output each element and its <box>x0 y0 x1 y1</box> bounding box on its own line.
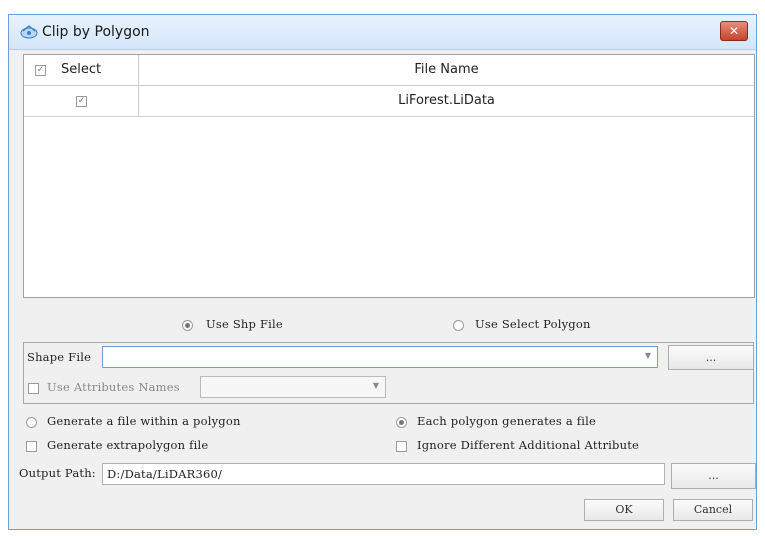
clip-polygon-app-icon <box>20 25 38 39</box>
table-row[interactable]: ✓ LiForest.LiData <box>24 86 754 117</box>
row-select-cell: ✓ <box>24 86 139 116</box>
table-header-row: ✓ Select File Name <box>24 55 754 86</box>
shape-file-group: Shape File ▼ ... Use Attributes Names ▼ <box>23 342 754 404</box>
use-attributes-checkbox[interactable] <box>28 383 39 394</box>
use-shp-label: Use Shp File <box>206 317 283 331</box>
use-shp-radio[interactable] <box>182 320 193 331</box>
generate-extra-label: Generate extrapolygon file <box>47 438 209 452</box>
cancel-button[interactable]: Cancel <box>673 499 753 521</box>
dialog-title: Clip by Polygon <box>42 24 150 40</box>
file-table: ✓ Select File Name ✓ LiForest.LiData <box>23 54 755 298</box>
chevron-down-icon: ▼ <box>644 351 651 360</box>
attributes-combo[interactable]: ▼ <box>200 376 386 398</box>
shape-file-label: Shape File <box>27 350 92 364</box>
shape-file-combo[interactable]: ▼ <box>102 346 658 368</box>
each-polygon-label: Each polygon generates a file <box>417 414 597 428</box>
row-file-name: LiForest.LiData <box>398 93 495 108</box>
ok-button[interactable]: OK <box>584 499 664 521</box>
chevron-down-icon: ▼ <box>372 381 379 390</box>
output-path-label: Output Path: <box>19 466 96 480</box>
use-select-polygon-radio[interactable] <box>453 320 464 331</box>
use-attributes-label: Use Attributes Names <box>47 380 180 394</box>
use-select-polygon-label: Use Select Polygon <box>475 317 591 331</box>
clip-by-polygon-dialog: Clip by Polygon ✕ ✓ Select File Name ✓ L… <box>8 14 757 530</box>
each-polygon-radio[interactable] <box>396 417 407 428</box>
select-all-checkbox[interactable]: ✓ <box>35 65 46 76</box>
title-bar[interactable]: Clip by Polygon ✕ <box>9 15 756 50</box>
header-select-cell: ✓ Select <box>24 55 139 85</box>
generate-within-label: Generate a file within a polygon <box>47 414 241 428</box>
ignore-attr-checkbox[interactable] <box>396 441 407 452</box>
ignore-attr-label: Ignore Different Additional Attribute <box>417 438 640 452</box>
output-path-browse-button[interactable]: ... <box>671 463 756 489</box>
header-filename-label: File Name <box>414 62 479 77</box>
generate-extra-checkbox[interactable] <box>26 441 37 452</box>
output-path-value: D:/Data/LiDAR360/ <box>107 467 223 481</box>
row-checkbox[interactable]: ✓ <box>76 96 87 107</box>
close-button[interactable]: ✕ <box>720 21 748 41</box>
header-select-label: Select <box>61 62 102 77</box>
generate-within-radio[interactable] <box>26 417 37 428</box>
output-path-input[interactable]: D:/Data/LiDAR360/ <box>102 463 665 485</box>
shape-file-browse-button[interactable]: ... <box>668 345 754 370</box>
